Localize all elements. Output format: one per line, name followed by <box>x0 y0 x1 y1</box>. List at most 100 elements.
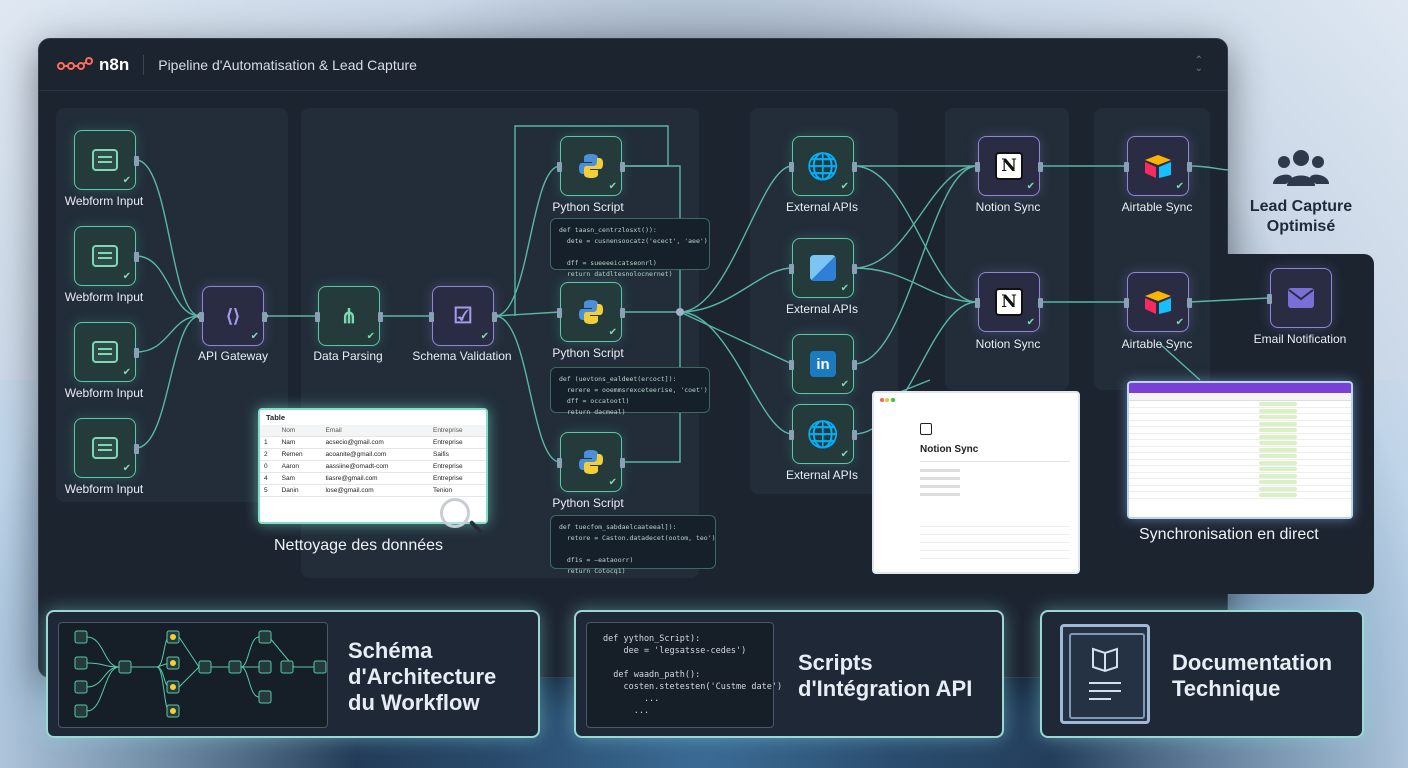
app-square-icon <box>810 255 836 281</box>
table-title: Table <box>266 413 286 422</box>
python-icon <box>579 450 603 474</box>
table-cell: 1 <box>260 436 278 449</box>
python-icon <box>579 300 603 324</box>
form-icon <box>92 245 118 267</box>
node-external-3[interactable]: 🌐 ✔ <box>789 404 857 464</box>
node-label: Schema Validation <box>412 349 512 363</box>
table-cell: Entreprise <box>428 436 486 449</box>
card-title-line: d'Architecture <box>348 664 497 689</box>
table-row[interactable]: 2 Remen acoanite@gmail.com Saifis <box>260 448 486 461</box>
node-python-3[interactable]: ✔ <box>557 432 625 492</box>
table-row[interactable]: 5 Danin lose@gmail.com Tenion <box>260 484 486 497</box>
check-icon: ✔ <box>840 181 849 192</box>
node-external-1[interactable]: 🌐 ✔ <box>789 136 857 196</box>
table-cell: Tenion <box>428 484 486 497</box>
table-cell: 5 <box>260 484 278 497</box>
card-scripts[interactable]: def yython_Script): dee = 'legsatsse-ced… <box>574 610 1004 738</box>
logo-text: n8n <box>99 54 130 74</box>
mini-diagram-svg <box>74 630 327 718</box>
node-webform-2[interactable]: ✔ <box>74 226 139 286</box>
card-title-line: Documentation <box>1172 650 1333 675</box>
check-icon: ✔ <box>122 271 131 282</box>
table-cell: Danin <box>277 484 322 497</box>
airtable-toolbar <box>1129 383 1351 393</box>
node-notion-1[interactable]: N ✔ <box>975 136 1043 196</box>
card-architecture[interactable]: Schéma d'Architecture du Workflow <box>46 610 540 738</box>
book-icon <box>1060 624 1150 724</box>
node-python-1[interactable]: ✔ <box>557 136 625 196</box>
card-scripts-title: Scripts d'Intégration API <box>798 650 972 702</box>
table-cell: Sam <box>277 472 322 485</box>
table-row[interactable]: 1 Nam acsecio@gmail.com Entreprise <box>260 436 486 449</box>
node-label: Webform Input <box>64 194 144 208</box>
node-external-linkedin[interactable]: in ✔ <box>789 334 857 394</box>
notion-icon: N <box>995 288 1023 316</box>
code-snippet: def tuecfom_sabdaelcaateeal]): retore = … <box>550 515 716 575</box>
n8n-logo: n8n <box>57 55 129 75</box>
check-icon: ✔ <box>840 283 849 294</box>
parsing-icon: ⋔ <box>340 305 358 328</box>
table-cell: Aaron <box>277 460 322 473</box>
node-label: Data Parsing <box>313 349 383 363</box>
table-cell: aassiine@omadt-com <box>321 460 429 473</box>
gateway-icon: ⟨⟩ <box>225 305 241 326</box>
node-email-notification[interactable] <box>1267 268 1332 328</box>
node-webform-1[interactable]: ✔ <box>74 130 139 190</box>
code-snippet: def (uevtons_ealdeet(ercoct]): rerere = … <box>550 367 710 416</box>
airtable-icon <box>1145 155 1171 178</box>
node-webform-4[interactable]: ✔ <box>74 418 139 478</box>
node-data-parsing[interactable]: ⋔ ✔ <box>315 286 383 346</box>
form-icon <box>92 149 118 171</box>
node-python-2[interactable]: ✔ <box>557 282 625 342</box>
title-divider <box>143 54 145 75</box>
caption-sync-live: Synchronisation en direct <box>1139 526 1319 543</box>
airtable-icon <box>1145 291 1171 314</box>
workflow-title: Pipeline d'Automatisation & Lead Capture <box>158 56 417 73</box>
globe-icon: 🌐 <box>806 150 840 181</box>
lead-title-line-1: Lead Capture <box>1249 198 1353 215</box>
notion-icon <box>920 423 932 435</box>
table-cell: Nam <box>277 436 322 449</box>
check-icon: ✔ <box>122 175 131 186</box>
node-label: Webform Input <box>64 290 144 304</box>
table-header: Nom <box>277 425 322 437</box>
email-icon <box>1288 288 1314 308</box>
data-table: Nom Email Entreprise 1 Nam acsecio@gmail.c… <box>260 425 486 497</box>
table-cell: acsecio@gmail.com <box>321 436 429 449</box>
table-cell: Entreprise <box>428 460 486 473</box>
node-label: Python Script <box>552 346 624 360</box>
table-row[interactable]: 4 Sam tiasre@gmail.com Entreprise <box>260 472 486 485</box>
check-icon: ✔ <box>608 181 617 192</box>
table-cell: Saifis <box>428 448 486 461</box>
node-label: Python Script <box>552 496 624 510</box>
table-row[interactable]: 0 Aaron aassiine@omadt-com Entreprise <box>260 460 486 473</box>
node-notion-2[interactable]: N ✔ <box>975 272 1043 332</box>
form-icon <box>92 341 118 363</box>
airtable-header <box>1129 393 1351 401</box>
card-documentation-title: Documentation Technique <box>1172 650 1332 702</box>
n8n-logo-icon <box>57 56 93 70</box>
table-header: Entreprise <box>428 425 486 437</box>
caption-cleaning: Nettoyage des données <box>274 537 444 554</box>
card-architecture-title: Schéma d'Architecture du Workflow <box>348 638 496 716</box>
node-airtable-2[interactable]: ✔ <box>1124 272 1192 332</box>
node-api-gateway[interactable]: ⟨⟩ ✔ <box>199 286 267 346</box>
node-label: Email Notification <box>1253 332 1347 346</box>
check-icon: ✔ <box>480 331 489 342</box>
notion-preview-title: Notion Sync <box>920 444 979 455</box>
node-schema-validation[interactable]: ☑ ✔ <box>429 286 497 346</box>
check-icon: ✔ <box>840 379 849 390</box>
card-title-line: Scripts <box>798 650 873 675</box>
chevron-updown-icon[interactable]: ⌃ ⌄ <box>1195 56 1203 74</box>
node-airtable-1[interactable]: ✔ <box>1124 136 1192 196</box>
check-icon: ✔ <box>1175 317 1184 328</box>
node-external-2[interactable]: ✔ <box>789 238 857 298</box>
mini-code: def yython_Script): dee = 'legsatsse-ced… <box>603 634 783 716</box>
node-label: Webform Input <box>64 386 144 400</box>
table-header: Email <box>321 425 429 437</box>
check-icon: ✔ <box>608 327 617 338</box>
node-webform-3[interactable]: ✔ <box>74 322 139 382</box>
linkedin-icon: in <box>810 351 836 377</box>
mini-workflow-diagram <box>58 622 328 728</box>
node-label: Notion Sync <box>975 200 1041 214</box>
